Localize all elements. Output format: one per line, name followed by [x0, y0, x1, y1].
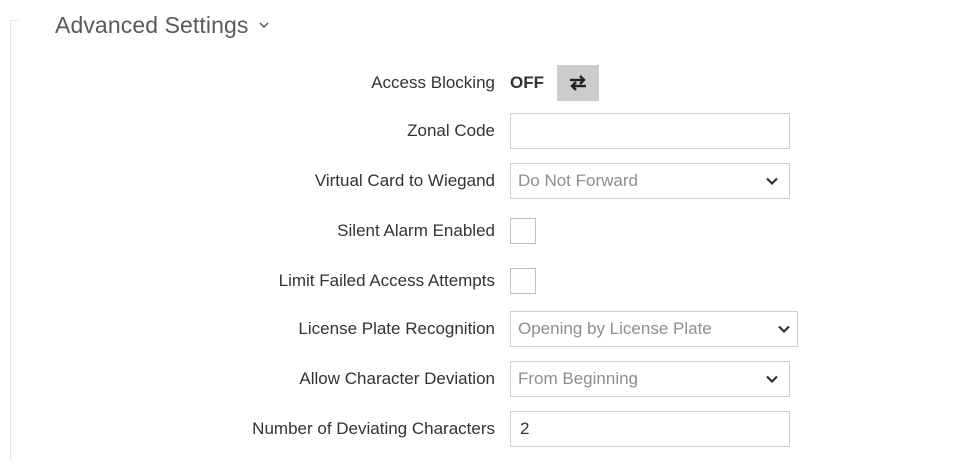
- access-blocking-state: OFF: [510, 73, 544, 92]
- swap-arrows-icon: [570, 75, 586, 91]
- virtual-card-label: Virtual Card to Wiegand: [314, 171, 495, 190]
- chevron-down-icon: [258, 22, 269, 29]
- section-title: Advanced Settings: [55, 11, 249, 38]
- silent-alarm-row: Silent Alarm Enabled: [0, 213, 970, 249]
- limit-failed-checkbox[interactable]: [510, 268, 536, 294]
- chevron-down-icon: [766, 375, 778, 384]
- access-blocking-label: Access Blocking: [371, 73, 495, 92]
- access-blocking-control: OFF: [510, 65, 599, 101]
- virtual-card-select[interactable]: Do Not Forward: [510, 163, 790, 199]
- char-deviation-row: Allow Character Deviation From Beginning: [0, 361, 970, 397]
- virtual-card-selected-value: Do Not Forward: [518, 171, 638, 190]
- limit-failed-row: Limit Failed Access Attempts: [0, 263, 970, 299]
- section-frame-corner: [10, 20, 18, 21]
- char-deviation-select[interactable]: From Beginning: [510, 361, 790, 397]
- char-deviation-selected-value: From Beginning: [518, 369, 639, 388]
- silent-alarm-label: Silent Alarm Enabled: [337, 221, 495, 240]
- zonal-code-row: Zonal Code: [0, 113, 970, 149]
- license-plate-select[interactable]: Opening by License Plate: [510, 311, 798, 347]
- num-deviating-label: Number of Deviating Characters: [252, 419, 495, 438]
- char-deviation-label: Allow Character Deviation: [299, 369, 495, 388]
- chevron-down-icon: [778, 325, 790, 334]
- zonal-code-label: Zonal Code: [407, 121, 495, 140]
- silent-alarm-checkbox[interactable]: [510, 218, 536, 244]
- advanced-settings-header[interactable]: Advanced Settings: [55, 8, 271, 42]
- license-plate-row: License Plate Recognition Opening by Lic…: [0, 311, 970, 347]
- access-blocking-toggle-button[interactable]: [557, 65, 599, 101]
- virtual-card-row: Virtual Card to Wiegand Do Not Forward: [0, 163, 970, 199]
- access-blocking-row: Access Blocking OFF: [0, 65, 970, 101]
- zonal-code-input[interactable]: [510, 113, 790, 149]
- license-plate-label: License Plate Recognition: [298, 319, 495, 338]
- chevron-down-icon: [766, 177, 778, 186]
- num-deviating-row: Number of Deviating Characters: [0, 411, 970, 447]
- num-deviating-input[interactable]: [510, 411, 790, 447]
- limit-failed-label: Limit Failed Access Attempts: [278, 271, 495, 290]
- license-plate-selected-value: Opening by License Plate: [518, 319, 712, 338]
